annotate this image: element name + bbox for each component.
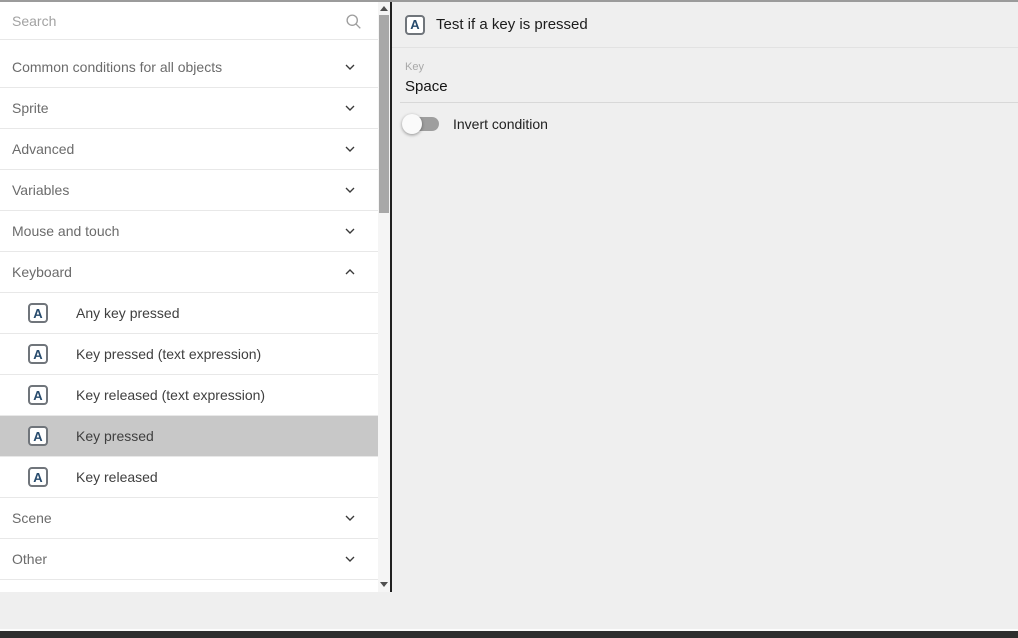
search-bar [0, 2, 378, 40]
category-label: Common conditions for all objects [12, 59, 342, 75]
condition-label: Key released (text expression) [76, 387, 265, 403]
conditions-sidebar: Common conditions for all objects Sprite… [0, 2, 378, 592]
key-icon-letter: A [33, 471, 42, 484]
chevron-down-icon [342, 182, 358, 198]
condition-item-key-released-text-expression[interactable]: A Key released (text expression) [0, 375, 378, 416]
search-icon [345, 13, 362, 30]
condition-label: Key released [76, 469, 158, 485]
scrollbar-down-arrow[interactable] [378, 578, 390, 590]
condition-detail-panel: A Test if a key is pressed Key Space Inv… [392, 2, 1018, 592]
search-input[interactable] [0, 13, 330, 29]
condition-title: Test if a key is pressed [436, 16, 588, 33]
condition-item-key-pressed[interactable]: A Key pressed [0, 416, 378, 457]
category-label: Keyboard [12, 264, 342, 280]
scrollbar-thumb[interactable] [379, 15, 389, 213]
keyboard-key-icon: A [28, 344, 48, 364]
keyboard-key-icon: A [28, 467, 48, 487]
condition-label: Any key pressed [76, 305, 180, 321]
bottom-bar [0, 631, 1018, 638]
category-other[interactable]: Other [0, 539, 378, 580]
invert-condition-row: Invert condition [405, 116, 1018, 132]
conditions-list: Common conditions for all objects Sprite… [0, 40, 378, 580]
category-advanced[interactable]: Advanced [0, 129, 378, 170]
condition-item-key-pressed-text-expression[interactable]: A Key pressed (text expression) [0, 334, 378, 375]
keyboard-key-icon: A [28, 303, 48, 323]
keyboard-key-icon: A [28, 426, 48, 446]
key-icon-letter: A [33, 348, 42, 361]
category-label: Mouse and touch [12, 223, 342, 239]
key-icon-letter: A [410, 18, 419, 31]
condition-item-any-key-pressed[interactable]: A Any key pressed [0, 293, 378, 334]
category-common-conditions[interactable]: Common conditions for all objects [0, 47, 378, 88]
toggle-knob [402, 114, 422, 134]
category-label: Scene [12, 510, 342, 526]
condition-item-key-released[interactable]: A Key released [0, 457, 378, 498]
scrollbar-up-arrow[interactable] [378, 2, 390, 14]
key-icon-letter: A [33, 389, 42, 402]
category-label: Other [12, 551, 342, 567]
category-label: Sprite [12, 100, 342, 116]
invert-condition-label: Invert condition [453, 116, 548, 132]
category-variables[interactable]: Variables [0, 170, 378, 211]
condition-label: Key pressed [76, 428, 154, 444]
window-top-border [0, 0, 1018, 2]
new-condition-dialog: Common conditions for all objects Sprite… [0, 0, 1018, 638]
key-field-value[interactable]: Space [400, 78, 1018, 103]
category-sprite[interactable]: Sprite [0, 88, 378, 129]
dialog-footer [0, 592, 1018, 638]
chevron-down-icon [342, 551, 358, 567]
key-field-label: Key [400, 61, 1018, 73]
condition-label: Key pressed (text expression) [76, 346, 261, 362]
category-label: Advanced [12, 141, 342, 157]
chevron-down-icon [342, 59, 358, 75]
chevron-down-icon [342, 510, 358, 526]
invert-condition-toggle[interactable] [405, 117, 439, 131]
key-icon-letter: A [33, 307, 42, 320]
category-keyboard[interactable]: Keyboard [0, 252, 378, 293]
keyboard-key-icon: A [28, 385, 48, 405]
sidebar-scrollbar[interactable] [378, 2, 390, 592]
category-label: Variables [12, 182, 342, 198]
category-scene[interactable]: Scene [0, 498, 378, 539]
chevron-down-icon [342, 223, 358, 239]
key-field: Key Space [400, 61, 1018, 103]
keyboard-key-icon: A [405, 15, 425, 35]
chevron-down-icon [342, 100, 358, 116]
key-icon-letter: A [33, 430, 42, 443]
category-mouse-and-touch[interactable]: Mouse and touch [0, 211, 378, 252]
chevron-up-icon [342, 264, 358, 280]
chevron-down-icon [342, 141, 358, 157]
condition-header: A Test if a key is pressed [392, 2, 1018, 48]
